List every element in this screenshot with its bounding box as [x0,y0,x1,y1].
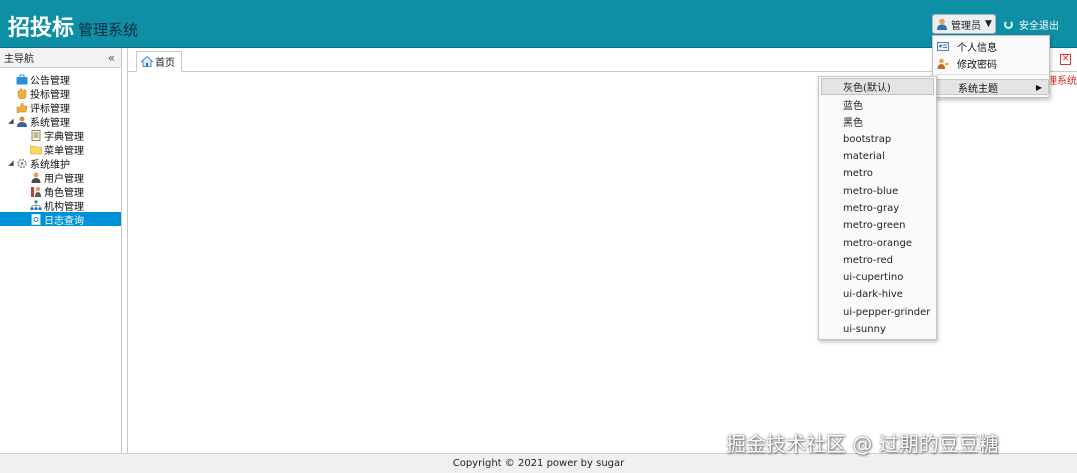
sidebar-header: 主导航 « [0,48,121,68]
tree-item-dictionary[interactable]: 字典管理 [0,128,121,143]
truncated-system-label: 理系统 [1047,76,1077,87]
theme-option[interactable]: ui-sunny [819,321,936,338]
tree-item-system-maintenance[interactable]: ◢ 系统维护 [0,156,121,171]
app-header: 招投标 管理系统 管理员 ▼ 安全退出 [0,0,1077,48]
user-group-icon [17,116,27,127]
logout-label: 安全退出 [1019,21,1059,32]
user-icon [31,172,41,183]
tree-item-log-query[interactable]: 日志查询 [0,212,121,227]
menu-item-system-theme[interactable]: 系统主题 ▶ [933,79,1049,95]
expand-toggle-icon[interactable]: ◢ [6,117,16,125]
tree-item-menu[interactable]: 菜单管理 [0,142,121,157]
tree-item-bidding[interactable]: 投标管理 [0,86,121,101]
folder-icon [30,145,42,154]
tree-item-users[interactable]: 用户管理 [0,170,121,185]
theme-option[interactable]: 蓝色 [819,96,936,113]
tree-item-organization[interactable]: 机构管理 [0,198,121,213]
caret-down-icon: ▼ [985,19,992,29]
theme-option[interactable]: metro-blue [819,182,936,199]
hand-icon [17,88,27,99]
theme-option[interactable]: ui-cupertino [819,269,936,286]
theme-submenu: 灰色(默认) 蓝色 黑色 bootstrap material metro me… [818,76,937,340]
logout-link[interactable]: 安全退出 [1004,17,1059,32]
user-key-icon [937,58,949,69]
close-all-tabs-icon[interactable]: ✕ [1060,54,1071,65]
theme-option[interactable]: ui-dark-hive [819,286,936,303]
thumbs-up-icon [16,102,28,113]
theme-option[interactable]: metro-orange [819,234,936,251]
tab-home-label: 首页 [155,58,175,69]
collapse-left-icon[interactable]: « [108,51,115,65]
gear-icon [17,158,27,168]
power-icon [1004,20,1013,29]
user-icon [937,18,947,30]
briefcase-icon [16,74,28,84]
tree-item-evaluation[interactable]: 评标管理 [0,100,121,115]
menu-item-profile[interactable]: 个人信息 [933,38,1049,54]
tree-item-system-management[interactable]: ◢ 系统管理 [0,114,121,129]
app-title: 招投标 [8,15,75,40]
theme-option[interactable]: metro [819,165,936,182]
user-menu-button[interactable]: 管理员 ▼ [932,14,996,34]
theme-option[interactable]: metro-green [819,217,936,234]
submenu-arrow-icon: ▶ [1035,82,1042,92]
role-icon [31,186,41,197]
theme-option[interactable]: metro-gray [819,200,936,217]
expand-toggle-icon[interactable]: ◢ [6,159,16,167]
theme-option[interactable]: material [819,148,936,165]
theme-option[interactable]: 灰色(默认) [821,78,934,95]
home-icon [141,56,153,67]
sidebar: 主导航 « 公告管理 投标管理 评标管理 ◢ 系统管理 字典管理 菜单管理 ◢ … [0,48,122,453]
copyright-text: Copyright © 2021 power by sugar [452,458,625,469]
user-dropdown-menu: 个人信息 修改密码 系统主题 ▶ [932,35,1050,98]
tree-item-roles[interactable]: 角色管理 [0,184,121,199]
sidebar-title: 主导航 [4,54,34,65]
document-icon [31,129,41,141]
log-icon [31,213,41,225]
tree-item-announcement[interactable]: 公告管理 [0,72,121,87]
tab-home[interactable]: 首页 [136,51,182,72]
nav-tree: 公告管理 投标管理 评标管理 ◢ 系统管理 字典管理 菜单管理 ◢ 系统维护 用… [0,68,121,227]
theme-option[interactable]: 黑色 [819,113,936,130]
user-name-label: 管理员 [951,20,981,32]
menu-separator [935,74,1047,75]
theme-option[interactable]: bootstrap [819,131,936,148]
menu-item-change-password[interactable]: 修改密码 [933,55,1049,71]
theme-option[interactable]: ui-pepper-grinder [819,304,936,321]
theme-option[interactable]: metro-red [819,252,936,269]
app-subtitle: 管理系统 [78,22,139,39]
watermark: 掘金技术社区 @ 过期的豆豆糖 [726,432,999,456]
org-chart-icon [30,200,42,210]
id-card-icon [937,41,949,51]
